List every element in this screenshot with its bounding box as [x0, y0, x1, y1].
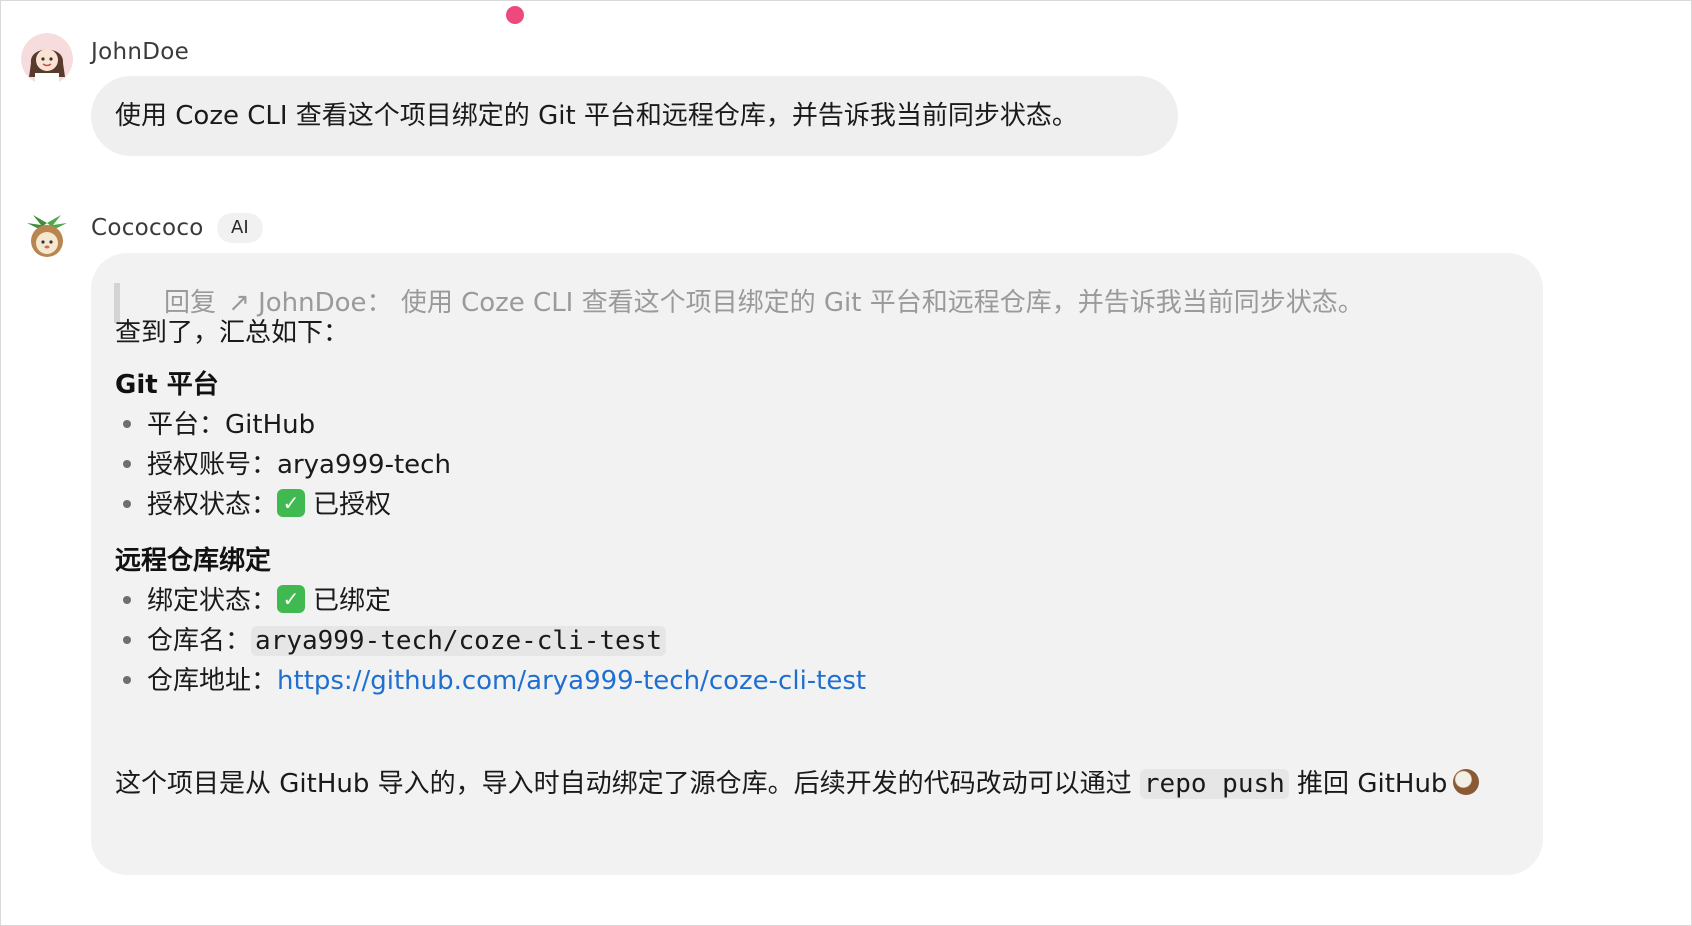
user-avatar[interactable] — [21, 33, 73, 85]
bullet-dot — [123, 419, 131, 428]
bullet-dot — [123, 459, 131, 468]
repo-item-label: 仓库名： — [147, 626, 252, 656]
git-item-value: 已授权 — [313, 490, 392, 520]
assistant-name: Cocococo — [91, 215, 204, 241]
assistant-avatar[interactable] — [21, 209, 73, 261]
repo-item-url: 仓库地址：https://github.com/arya999-tech/coz… — [123, 661, 866, 701]
reply-quoted-text: 使用 Coze CLI 查看这个项目绑定的 Git 平台和远程仓库，并告诉我当前… — [400, 288, 1364, 318]
repo-item-bind-status: 绑定状态： ✓ 已绑定 — [123, 581, 391, 621]
closing-text-2: 推回 GitHub — [1288, 769, 1448, 799]
repo-section-heading: 远程仓库绑定 — [115, 546, 272, 576]
repo-item-name: 仓库名： arya999-tech/coze-cli-test — [123, 621, 667, 661]
bullet-dot — [123, 595, 131, 604]
git-item-label: 授权状态： — [147, 490, 278, 520]
bullet-dot — [123, 675, 131, 684]
check-icon: ✓ — [277, 488, 306, 517]
assistant-intro: 查到了，汇总如下： — [115, 318, 350, 348]
repo-item-value: 已绑定 — [313, 586, 392, 616]
closing-text-1: 这个项目是从 GitHub 导入的，导入时自动绑定了源仓库。后续开发的代码改动可… — [115, 769, 1140, 799]
ai-badge: AI — [217, 213, 263, 243]
git-section-heading: Git 平台 — [115, 370, 219, 400]
coconut-emoji-icon — [1453, 768, 1480, 795]
user-message-bubble: 使用 Coze CLI 查看这个项目绑定的 Git 平台和远程仓库，并告诉我当前… — [91, 76, 1178, 156]
git-item-platform: 平台：GitHub — [123, 405, 315, 445]
repo-push-code: repo push — [1139, 769, 1289, 799]
chat-window: JohnDoe 使用 Coze CLI 查看这个项目绑定的 Git 平台和远程仓… — [0, 0, 1692, 926]
assistant-closing: 这个项目是从 GitHub 导入的，导入时自动绑定了源仓库。后续开发的代码改动可… — [115, 763, 1515, 805]
check-icon: ✓ — [277, 584, 306, 613]
bullet-dot — [123, 635, 131, 644]
git-item-account: 授权账号：arya999-tech — [123, 445, 451, 485]
repo-name-code: arya999-tech/coze-cli-test — [251, 626, 667, 656]
repo-url-link[interactable]: https://github.com/arya999-tech/coze-cli… — [277, 666, 866, 696]
assistant-message-bubble: 回复 ↗ JohnDoe： 使用 Coze CLI 查看这个项目绑定的 Git 平… — [91, 253, 1543, 875]
repo-item-label: 仓库地址： — [147, 666, 278, 696]
repo-item-label: 绑定状态： — [147, 586, 278, 616]
bullet-dot — [123, 499, 131, 508]
git-item-value: arya999-tech — [277, 450, 451, 480]
git-item-label: 平台： — [147, 410, 226, 440]
user-name: JohnDoe — [91, 39, 190, 65]
git-item-value: GitHub — [225, 410, 316, 440]
git-item-auth-status: 授权状态： ✓ 已授权 — [123, 485, 391, 525]
user-message-text: 使用 Coze CLI 查看这个项目绑定的 Git 平台和远程仓库，并告诉我当前… — [115, 101, 1078, 131]
notification-dot — [506, 6, 524, 24]
git-item-label: 授权账号： — [147, 450, 278, 480]
